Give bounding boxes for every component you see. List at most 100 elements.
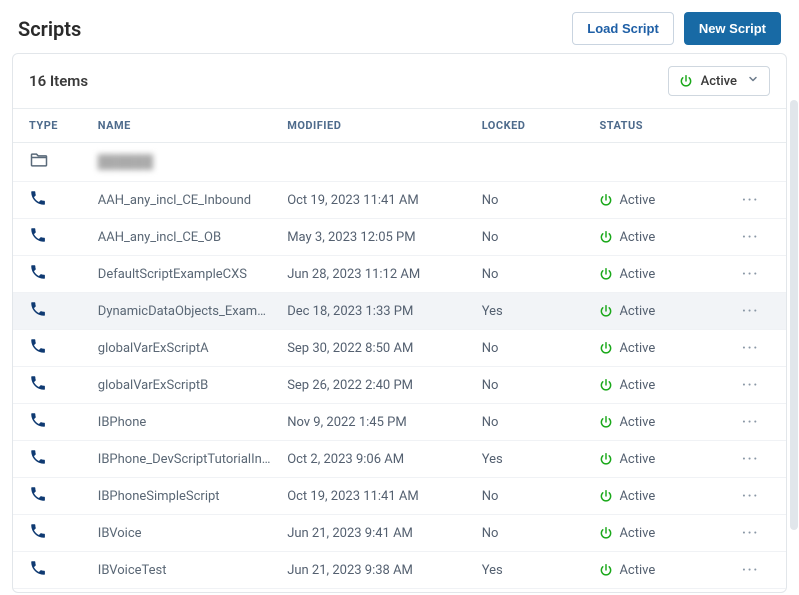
status-label: Active <box>619 452 655 467</box>
locked-value: No <box>474 515 592 552</box>
col-status[interactable]: STATUS <box>591 109 714 143</box>
col-actions <box>714 109 786 143</box>
power-icon <box>599 341 613 355</box>
locked-value: No <box>474 404 592 441</box>
power-icon <box>599 452 613 466</box>
power-icon <box>599 563 613 577</box>
power-icon <box>599 267 613 281</box>
script-name[interactable]: REMFOLDER <box>90 589 279 593</box>
status-label: Active <box>619 489 655 504</box>
more-actions-icon[interactable]: ··· <box>742 523 759 544</box>
modified-date: Jun 21, 2023 9:41 AM <box>279 515 474 552</box>
table-row[interactable]: IBPhoneSimpleScriptOct 19, 2023 11:41 AM… <box>13 478 786 515</box>
more-actions-icon[interactable]: ··· <box>742 449 759 470</box>
phone-icon <box>29 381 47 396</box>
locked-value <box>474 143 592 182</box>
script-name[interactable]: IBVoice <box>90 515 279 552</box>
table-row[interactable]: IBPhoneNov 9, 2022 1:45 PMNoActive··· <box>13 404 786 441</box>
modified-date: Sep 30, 2022 8:50 AM <box>279 330 474 367</box>
col-name[interactable]: NAME <box>90 109 279 143</box>
modified-date <box>279 143 474 182</box>
script-name[interactable]: IBPhoneSimpleScript <box>90 478 279 515</box>
modified-date: Oct 19, 2023 11:41 AM <box>279 478 474 515</box>
status-label: Active <box>619 341 655 356</box>
script-name[interactable]: globalVarExScriptA <box>90 330 279 367</box>
power-icon <box>599 193 613 207</box>
phone-icon <box>29 233 47 248</box>
table-row[interactable]: globalVarExScriptASep 30, 2022 8:50 AMNo… <box>13 330 786 367</box>
modified-date: Sep 26, 2022 2:40 PM <box>279 367 474 404</box>
locked-value: Yes <box>474 552 592 589</box>
script-name[interactable]: DynamicDataObjects_Examples <box>90 293 279 330</box>
locked-value: No <box>474 589 592 593</box>
table-row[interactable]: globalVarExScriptBSep 26, 2022 2:40 PMNo… <box>13 367 786 404</box>
script-name[interactable]: IBVoiceTest <box>90 552 279 589</box>
phone-icon <box>29 529 47 544</box>
more-actions-icon[interactable]: ··· <box>742 264 759 285</box>
more-actions-icon[interactable]: ··· <box>742 560 759 581</box>
phone-icon <box>29 566 47 581</box>
modified-date: Jun 28, 2023 11:12 AM <box>279 256 474 293</box>
page-title: Scripts <box>18 17 81 41</box>
more-actions-icon[interactable]: ··· <box>742 227 759 248</box>
script-name[interactable]: IBPhone_DevScriptTutorialInDoc <box>90 441 279 478</box>
more-actions-icon[interactable]: ··· <box>742 486 759 507</box>
scripts-table: TYPE NAME MODIFIED LOCKED STATUS ██████A… <box>13 109 786 592</box>
status-filter-dropdown[interactable]: Active <box>668 66 770 96</box>
script-name[interactable]: ██████ <box>90 143 279 182</box>
load-script-button[interactable]: Load Script <box>572 12 674 45</box>
more-actions-icon[interactable]: ··· <box>742 412 759 433</box>
items-count: 16 Items <box>29 72 88 90</box>
phone-icon <box>29 270 47 285</box>
table-row[interactable]: DynamicDataObjects_ExamplesDec 18, 2023 … <box>13 293 786 330</box>
table-row[interactable]: AAH_any_incl_CE_InboundOct 19, 2023 11:4… <box>13 182 786 219</box>
status-filter-label: Active <box>701 74 737 89</box>
table-row[interactable]: AAH_any_incl_CE_OBMay 3, 2023 12:05 PMNo… <box>13 219 786 256</box>
more-actions-icon[interactable]: ··· <box>742 375 759 396</box>
script-name[interactable]: AAH_any_incl_CE_Inbound <box>90 182 279 219</box>
more-actions-icon[interactable]: ··· <box>742 301 759 322</box>
col-modified[interactable]: MODIFIED <box>279 109 474 143</box>
script-name[interactable]: AAH_any_incl_CE_OB <box>90 219 279 256</box>
power-icon <box>599 230 613 244</box>
locked-value: Yes <box>474 441 592 478</box>
table-row[interactable]: IBVoiceTestJun 21, 2023 9:38 AMYes Active… <box>13 552 786 589</box>
script-name[interactable]: DefaultScriptExampleCXS <box>90 256 279 293</box>
status-label: Active <box>619 230 655 245</box>
new-script-button[interactable]: New Script <box>684 12 781 45</box>
table-row[interactable]: REMFOLDEROct 9, 2023 12:27 PMNoActive··· <box>13 589 786 593</box>
script-name[interactable]: IBPhone <box>90 404 279 441</box>
power-icon <box>679 74 693 88</box>
power-icon <box>599 378 613 392</box>
col-locked[interactable]: LOCKED <box>474 109 592 143</box>
modified-date: Oct 2, 2023 9:06 AM <box>279 441 474 478</box>
status-label: Active <box>619 304 655 319</box>
status-label: Active <box>619 563 655 578</box>
table-row[interactable]: ██████ <box>13 143 786 182</box>
locked-value: No <box>474 367 592 404</box>
table-row[interactable]: IBVoiceJun 21, 2023 9:41 AMNoActive··· <box>13 515 786 552</box>
locked-value: No <box>474 182 592 219</box>
modified-date: Jun 21, 2023 9:38 AM <box>279 552 474 589</box>
script-name[interactable]: globalVarExScriptB <box>90 367 279 404</box>
more-actions-icon[interactable]: ··· <box>742 190 759 211</box>
chevron-down-icon <box>747 73 759 89</box>
modified-date: Oct 19, 2023 11:41 AM <box>279 182 474 219</box>
table-row[interactable]: IBPhone_DevScriptTutorialInDocOct 2, 202… <box>13 441 786 478</box>
status-label: Active <box>619 415 655 430</box>
col-type[interactable]: TYPE <box>13 109 90 143</box>
phone-icon <box>29 344 47 359</box>
locked-value: No <box>474 478 592 515</box>
more-actions-icon[interactable]: ··· <box>742 338 759 359</box>
table-row[interactable]: DefaultScriptExampleCXSJun 28, 2023 11:1… <box>13 256 786 293</box>
scrollbar[interactable] <box>790 100 798 530</box>
folder-icon <box>29 159 49 174</box>
status-label: Active <box>619 193 655 208</box>
phone-icon <box>29 492 47 507</box>
phone-icon <box>29 455 47 470</box>
status-label: Active <box>619 378 655 393</box>
phone-icon <box>29 418 47 433</box>
status-label: Active <box>619 267 655 282</box>
phone-icon <box>29 307 47 322</box>
locked-value: Yes <box>474 293 592 330</box>
